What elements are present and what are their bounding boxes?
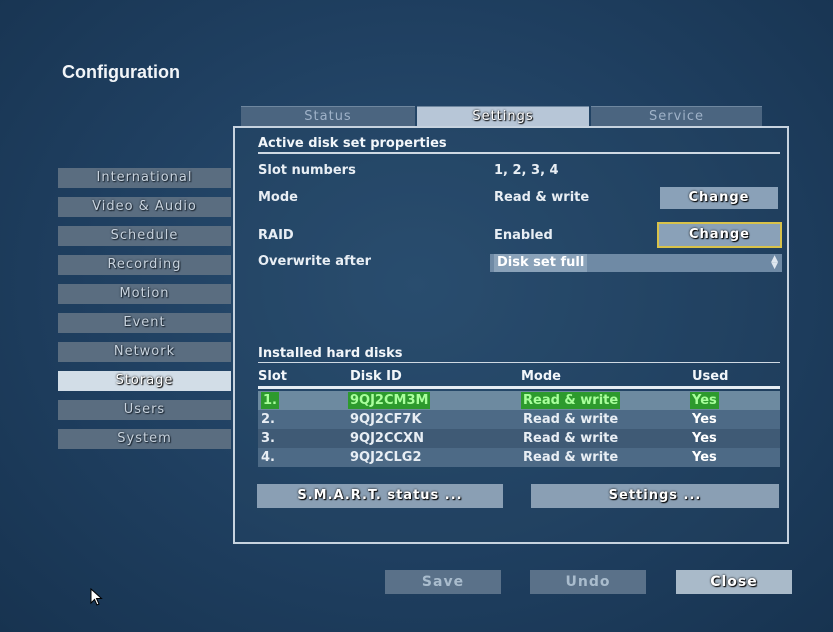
tab-settings[interactable]: Settings (417, 106, 589, 127)
sidebar-item-event[interactable]: Event (58, 313, 231, 333)
cell-slot: 2. (261, 412, 275, 427)
cell-disk-id: 9QJ2CM3M (348, 392, 431, 409)
col-header-mode: Mode (521, 369, 561, 384)
col-header-slot: Slot (258, 369, 287, 384)
sidebar-item-recording[interactable]: Recording (58, 255, 231, 275)
cell-mode: Read & write (523, 450, 619, 465)
sidebar-item-network[interactable]: Network (58, 342, 231, 362)
save-button[interactable]: Save (385, 570, 501, 594)
cell-used: Yes (692, 412, 717, 427)
sidebar-item-system[interactable]: System (58, 429, 231, 449)
col-header-used: Used (692, 369, 729, 384)
cell-mode: Read & write (523, 431, 619, 446)
mode-value: Read & write (494, 190, 590, 205)
col-header-disk-id: Disk ID (350, 369, 402, 384)
slot-numbers-value: 1, 2, 3, 4 (494, 163, 559, 178)
configuration-screen: Configuration Status Settings Service In… (0, 0, 833, 632)
sidebar-item-motion[interactable]: Motion (58, 284, 231, 304)
updown-arrow-icon: ▲ ▼ (771, 254, 778, 271)
header-divider (258, 386, 780, 389)
sidebar-item-storage[interactable]: Storage (58, 371, 231, 391)
sidebar-item-schedule[interactable]: Schedule (58, 226, 231, 246)
tab-status[interactable]: Status (241, 106, 415, 127)
overwrite-select[interactable]: Disk set full ▲ ▼ (490, 254, 782, 272)
smart-status-button[interactable]: S.M.A.R.T. status ... (257, 484, 503, 508)
tab-service[interactable]: Service (591, 106, 762, 127)
cell-slot: 4. (261, 450, 275, 465)
raid-label: RAID (258, 228, 294, 243)
sidebar-item-international[interactable]: International (58, 168, 231, 188)
raid-change-button[interactable]: Change (657, 222, 782, 248)
close-button[interactable]: Close (676, 570, 792, 594)
sidebar-item-video-audio[interactable]: Video & Audio (58, 197, 231, 217)
sidebar-item-users[interactable]: Users (58, 400, 231, 420)
table-row[interactable]: 1. 9QJ2CM3M Read & write Yes (258, 391, 780, 410)
cell-disk-id: 9QJ2CCXN (350, 431, 424, 446)
table-row[interactable]: 3. 9QJ2CCXN Read & write Yes (258, 429, 780, 448)
disk-settings-button[interactable]: Settings ... (531, 484, 779, 508)
cell-slot: 3. (261, 431, 275, 446)
page-title: Configuration (62, 62, 180, 82)
section-divider (258, 152, 780, 154)
cell-slot: 1. (261, 392, 279, 409)
overwrite-label: Overwrite after (258, 254, 372, 269)
cell-mode: Read & write (523, 412, 619, 427)
slot-numbers-label: Slot numbers (258, 163, 356, 178)
undo-button[interactable]: Undo (530, 570, 646, 594)
cell-used: Yes (690, 392, 719, 409)
cell-mode: Read & write (521, 392, 621, 409)
raid-value: Enabled (494, 228, 553, 243)
mode-label: Mode (258, 190, 298, 205)
overwrite-selected-value: Disk set full (494, 254, 588, 272)
cell-used: Yes (692, 450, 717, 465)
cell-disk-id: 9QJ2CF7K (350, 412, 422, 427)
cell-disk-id: 9QJ2CLG2 (350, 450, 422, 465)
section-title-disk-set: Active disk set properties (258, 136, 447, 151)
section-title-installed-disks: Installed hard disks (258, 346, 403, 361)
mouse-pointer-icon (90, 588, 103, 606)
section-divider (258, 362, 780, 363)
mode-change-button[interactable]: Change (660, 187, 778, 209)
cell-used: Yes (692, 431, 717, 446)
table-row[interactable]: 2. 9QJ2CF7K Read & write Yes (258, 410, 780, 429)
table-row[interactable]: 4. 9QJ2CLG2 Read & write Yes (258, 448, 780, 467)
